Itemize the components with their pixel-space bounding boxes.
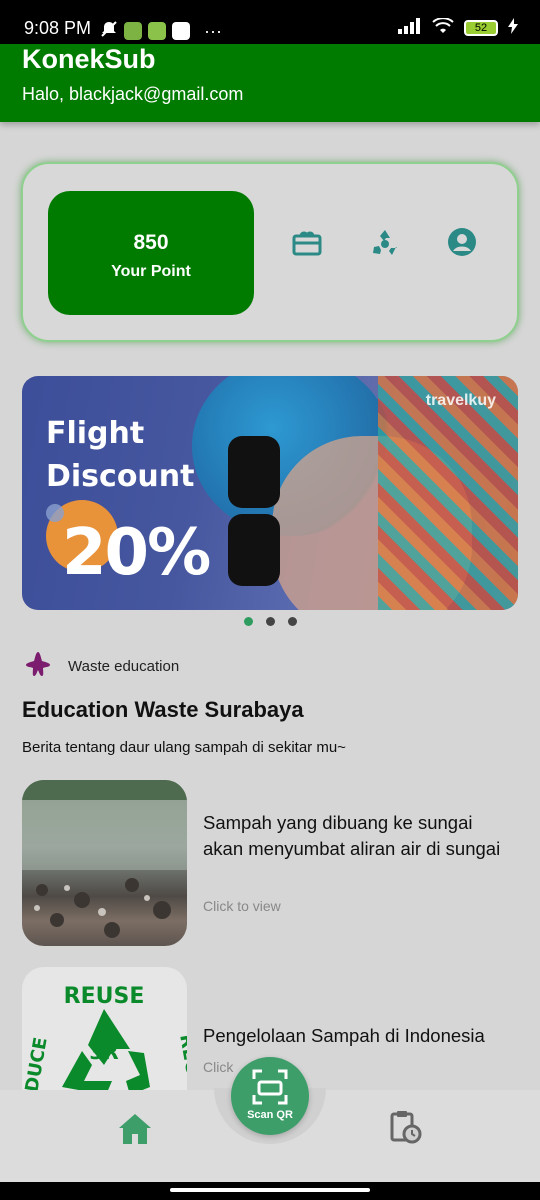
news-title: Pengelolaan Sampah di Indonesia [203,1025,485,1046]
signal-icon [398,18,422,38]
carousel-indicator [0,617,540,626]
logo-reduce-text: DUCE [22,1036,52,1094]
clipboard-clock-icon [388,1111,422,1148]
news-title: Sampah yang dibuang ke sungai akan menyu… [203,812,501,859]
logo-reuse-text: REUSE [64,984,145,1009]
battery-icon: 52 [464,20,498,36]
home-icon [117,1114,153,1150]
banner-title-line1: Flight [46,416,145,451]
news-thumbnail [22,780,187,946]
gift-icon [292,228,322,260]
banner-photo-dress [378,376,518,610]
news-card[interactable]: Sampah yang dibuang ke sungai akan menyu… [22,780,518,946]
logo-3r-text: 3R [89,1040,118,1064]
wifi-icon [432,17,454,38]
recycle-icon [370,227,400,261]
point-summary[interactable]: 850 Your Point [48,191,254,315]
more-notifications-icon: ··· [204,20,222,41]
scan-qr-label: Scan QR [247,1109,293,1121]
status-time: 9:08 PM [24,18,92,38]
user-greeting: Halo, blackjack@gmail.com [22,84,244,104]
sunglasses-lens [228,436,280,508]
charging-icon [508,18,518,38]
news-cta: Click to view [203,898,281,914]
carousel-dot[interactable] [265,617,275,626]
section-tag: Waste education [24,650,179,682]
banner-title-line2: Discount [46,459,195,494]
sunglasses-lens [228,514,280,586]
point-label: Your Point [111,263,191,280]
section-tag-label: Waste education [68,657,180,675]
profile-button[interactable] [446,228,478,260]
logo-recycle-text: REC [175,1033,187,1075]
section-subtitle: Berita tentang daur ulang sampah di seki… [22,739,346,756]
nav-history-button[interactable] [388,1110,422,1144]
system-icons: 52 [398,17,518,38]
news-cta: Click [203,1059,234,1075]
promo-banner[interactable]: travelkuy Flight Discount 20% [22,376,518,610]
home-indicator[interactable] [170,1188,370,1192]
app-header: KonekSub Halo, blackjack@gmail.com [0,44,540,122]
carousel-dot[interactable] [287,617,297,626]
app-notification-icon [148,22,166,40]
scan-qr-button[interactable]: Scan QR [231,1057,309,1135]
section-title: Education Waste Surabaya [22,697,304,722]
notification-icons: ··· [100,20,222,42]
banner-title: Flight Discount [46,412,195,498]
app-notification-icon [124,22,142,40]
recycle-button[interactable] [369,228,401,260]
gift-button[interactable] [291,228,323,260]
account-icon [447,227,477,261]
banner-discount: 20% [62,516,211,590]
mute-icon [100,20,118,42]
point-value: 850 [133,231,169,254]
qr-scan-icon [250,1067,290,1111]
google-icon [172,22,190,40]
nav-home-button[interactable] [117,1112,153,1146]
star-icon [24,650,52,682]
app-title: KonekSub [22,44,156,74]
carousel-dot[interactable] [243,617,253,626]
point-card: 850 Your Point [21,162,519,342]
banner-brand: travelkuy [425,392,496,409]
